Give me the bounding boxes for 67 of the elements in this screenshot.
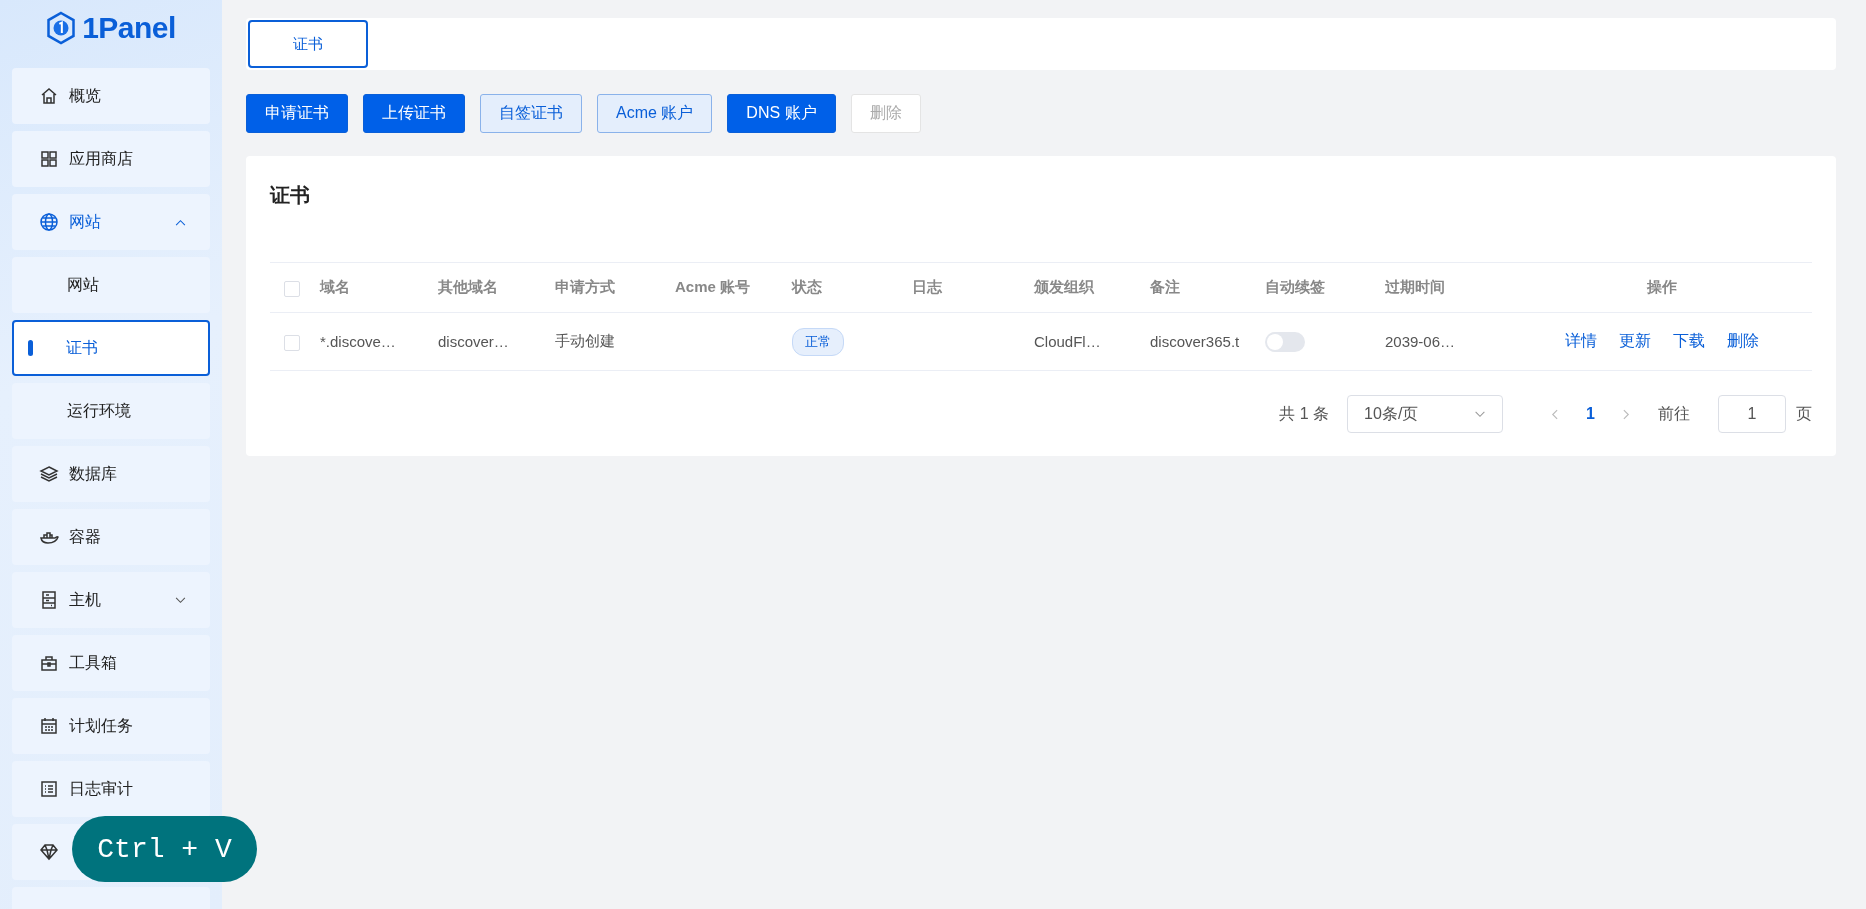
table-cell: *.discove… (320, 333, 396, 350)
column-header: 申请方式 (555, 278, 615, 295)
grid-icon (39, 149, 59, 169)
server-icon (39, 590, 59, 610)
column-header: 域名 (320, 278, 350, 295)
chevron-icon (175, 218, 186, 226)
logo-text: 1Panel (82, 11, 176, 45)
goto-page-field[interactable]: 1 (1718, 395, 1786, 433)
calendar-icon (39, 716, 59, 736)
diamond-icon (39, 842, 59, 862)
table-cell: 2039-06… (1385, 333, 1456, 350)
card-title: 证书 (270, 183, 311, 208)
next-page-icon[interactable] (1623, 408, 1630, 420)
column-header: 过期时间 (1385, 278, 1445, 295)
sidebar-item[interactable]: 应用商店 (12, 131, 210, 187)
previous-page-icon[interactable] (1551, 408, 1559, 420)
column-header: 操作 (1647, 278, 1677, 297)
sidebar-subitem[interactable]: 网站 (12, 257, 210, 313)
column-header: 其他域名 (438, 278, 498, 295)
column-header: Acme 账号 (675, 278, 751, 295)
logo-icon (46, 11, 77, 45)
toolbar-button[interactable]: 申请证书 (246, 94, 348, 133)
chevron-icon (175, 596, 186, 604)
sidebar-item[interactable]: 网站 (12, 194, 210, 250)
column-header: 自动续签 (1265, 278, 1325, 295)
status-tag: 正常 (792, 327, 844, 356)
page-number[interactable]: 1 (1586, 405, 1595, 423)
select-all-checkbox[interactable] (284, 280, 300, 297)
keystroke-overlay: Ctrl + V (72, 816, 257, 882)
table-cell: discover… (438, 333, 509, 350)
sidebar-item[interactable]: 日志审计 (12, 761, 210, 817)
home-icon (39, 86, 59, 106)
table-cell: discover365.t (1150, 333, 1240, 350)
toolbar-button[interactable]: 上传证书 (363, 94, 465, 133)
toolbox-icon (39, 653, 59, 673)
toolbar-button[interactable]: Acme 账户 (597, 94, 713, 133)
row-checkbox[interactable] (284, 334, 300, 351)
action-link[interactable]: 更新 (1619, 331, 1651, 352)
page-size-select[interactable]: 10条/页 (1347, 395, 1504, 433)
toolbar-button[interactable]: 自签证书 (480, 94, 582, 133)
tab[interactable]: 证书 (248, 20, 368, 68)
column-header: 颁发组织 (1034, 278, 1094, 295)
action-link[interactable]: 下载 (1673, 331, 1705, 352)
list-icon (39, 779, 59, 799)
sidebar-item[interactable]: 容器 (12, 509, 210, 565)
layers-icon (39, 464, 59, 484)
auto-renew-switch[interactable] (1265, 331, 1305, 352)
sidebar-subitem[interactable]: 证书 (12, 320, 210, 376)
sidebar-item[interactable]: 主机 (12, 572, 210, 628)
column-header: 日志 (912, 278, 942, 295)
table-cell: 手动创建 (555, 332, 615, 349)
column-header: 状态 (792, 278, 822, 295)
table-cell: CloudFl… (1034, 333, 1101, 350)
sidebar-item[interactable]: 概览 (12, 68, 210, 124)
sidebar-item[interactable]: 数据库 (12, 446, 210, 502)
sidebar-item[interactable]: 计划任务 (12, 698, 210, 754)
action-link[interactable]: 删除 (1727, 331, 1759, 352)
chevron-down-icon (1474, 410, 1487, 418)
sidebar-subitem[interactable]: 运行环境 (12, 383, 210, 439)
total-count: 共 1 条 (1279, 403, 1330, 424)
column-header: 备注 (1150, 278, 1180, 295)
action-link[interactable]: 详情 (1565, 331, 1597, 352)
sidebar-item[interactable]: 工具箱 (12, 635, 210, 691)
page-unit: 页 (1796, 403, 1812, 424)
globe-icon (39, 212, 59, 232)
goto-label: 前往 (1658, 403, 1690, 424)
toolbar-button[interactable]: DNS 账户 (727, 94, 836, 133)
